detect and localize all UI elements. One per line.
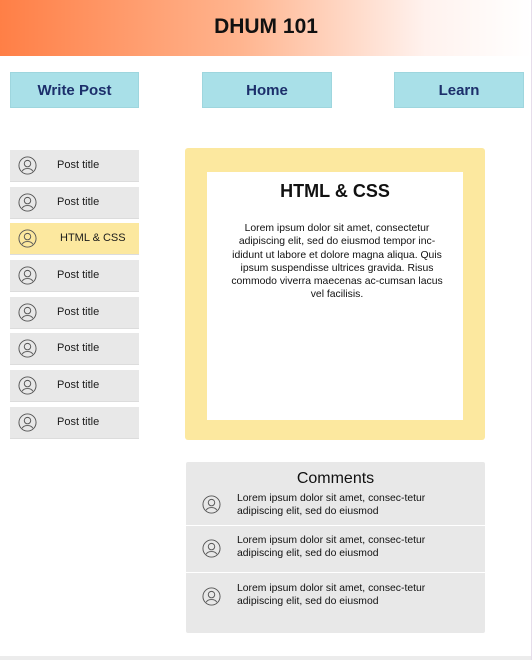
sidebar-post-label: Post title — [57, 195, 100, 208]
user-avatar-icon — [202, 495, 221, 514]
user-avatar-icon — [18, 266, 37, 285]
user-avatar-icon — [18, 193, 37, 212]
user-avatar-icon — [18, 339, 37, 358]
user-avatar-icon — [18, 156, 37, 175]
user-avatar-icon — [202, 587, 221, 606]
comment-item: Lorem ipsum dolor sit amet, consec-tetur… — [186, 488, 485, 525]
sidebar-post-item[interactable]: Post title — [10, 260, 139, 293]
sidebar-post-label: Post title — [57, 159, 100, 171]
article-card: HTML & CSS Lorem ipsum dolor sit amet, c… — [207, 172, 463, 420]
sidebar-post-item[interactable]: Post title — [10, 370, 139, 403]
home-button[interactable]: Home — [202, 72, 332, 108]
article-title: HTML & CSS — [280, 181, 390, 201]
article-body: Lorem ipsum dolor sit amet, consectetur … — [231, 223, 443, 301]
user-avatar-icon — [18, 413, 37, 432]
sidebar-post-label: Post title — [57, 305, 100, 318]
comment-item: Lorem ipsum dolor sit amet, consec-tetur… — [186, 572, 485, 633]
footer-divider — [0, 656, 532, 660]
sidebar-post-item-active[interactable]: HTML & CSS — [10, 223, 139, 256]
write-post-button[interactable]: Write Post — [10, 72, 139, 108]
sidebar-post-label: Post title — [57, 269, 100, 282]
post-sidebar: Post title Post title HTML & CSS Post ti… — [10, 150, 139, 444]
sidebar-post-label: Post title — [57, 379, 100, 392]
sidebar-post-item[interactable]: Post title — [10, 333, 139, 366]
user-avatar-icon — [18, 376, 37, 395]
comment-item: Lorem ipsum dolor sit amet, consec-tetur… — [186, 525, 485, 572]
user-avatar-icon — [202, 539, 221, 558]
sidebar-post-item[interactable]: Post title — [10, 150, 139, 182]
comments-title: Comments — [296, 470, 375, 487]
sidebar-post-label: Post title — [57, 342, 100, 355]
article-frame: HTML & CSS Lorem ipsum dolor sit amet, c… — [185, 148, 485, 440]
sidebar-post-label: Post title — [57, 415, 100, 428]
sidebar-post-item[interactable]: Post title — [10, 296, 139, 329]
sidebar-post-item[interactable]: Post title — [10, 186, 139, 219]
comments-panel: Comments Lorem ipsum dolor sit amet, con… — [186, 462, 485, 633]
learn-button[interactable]: Learn — [394, 72, 524, 108]
page-header: DHUM 101 — [0, 0, 532, 56]
comment-text: Lorem ipsum dolor sit amet, consec-tetur… — [237, 583, 426, 607]
sidebar-post-item[interactable]: Post title — [10, 406, 139, 439]
user-avatar-icon — [18, 303, 37, 322]
comment-text: Lorem ipsum dolor sit amet, consec-tetur… — [237, 535, 426, 559]
page-title: DHUM 101 — [214, 15, 318, 38]
comment-text: Lorem ipsum dolor sit amet, consec-tetur… — [237, 493, 426, 517]
sidebar-post-label: HTML & CSS — [60, 232, 126, 245]
user-avatar-icon — [18, 229, 37, 248]
